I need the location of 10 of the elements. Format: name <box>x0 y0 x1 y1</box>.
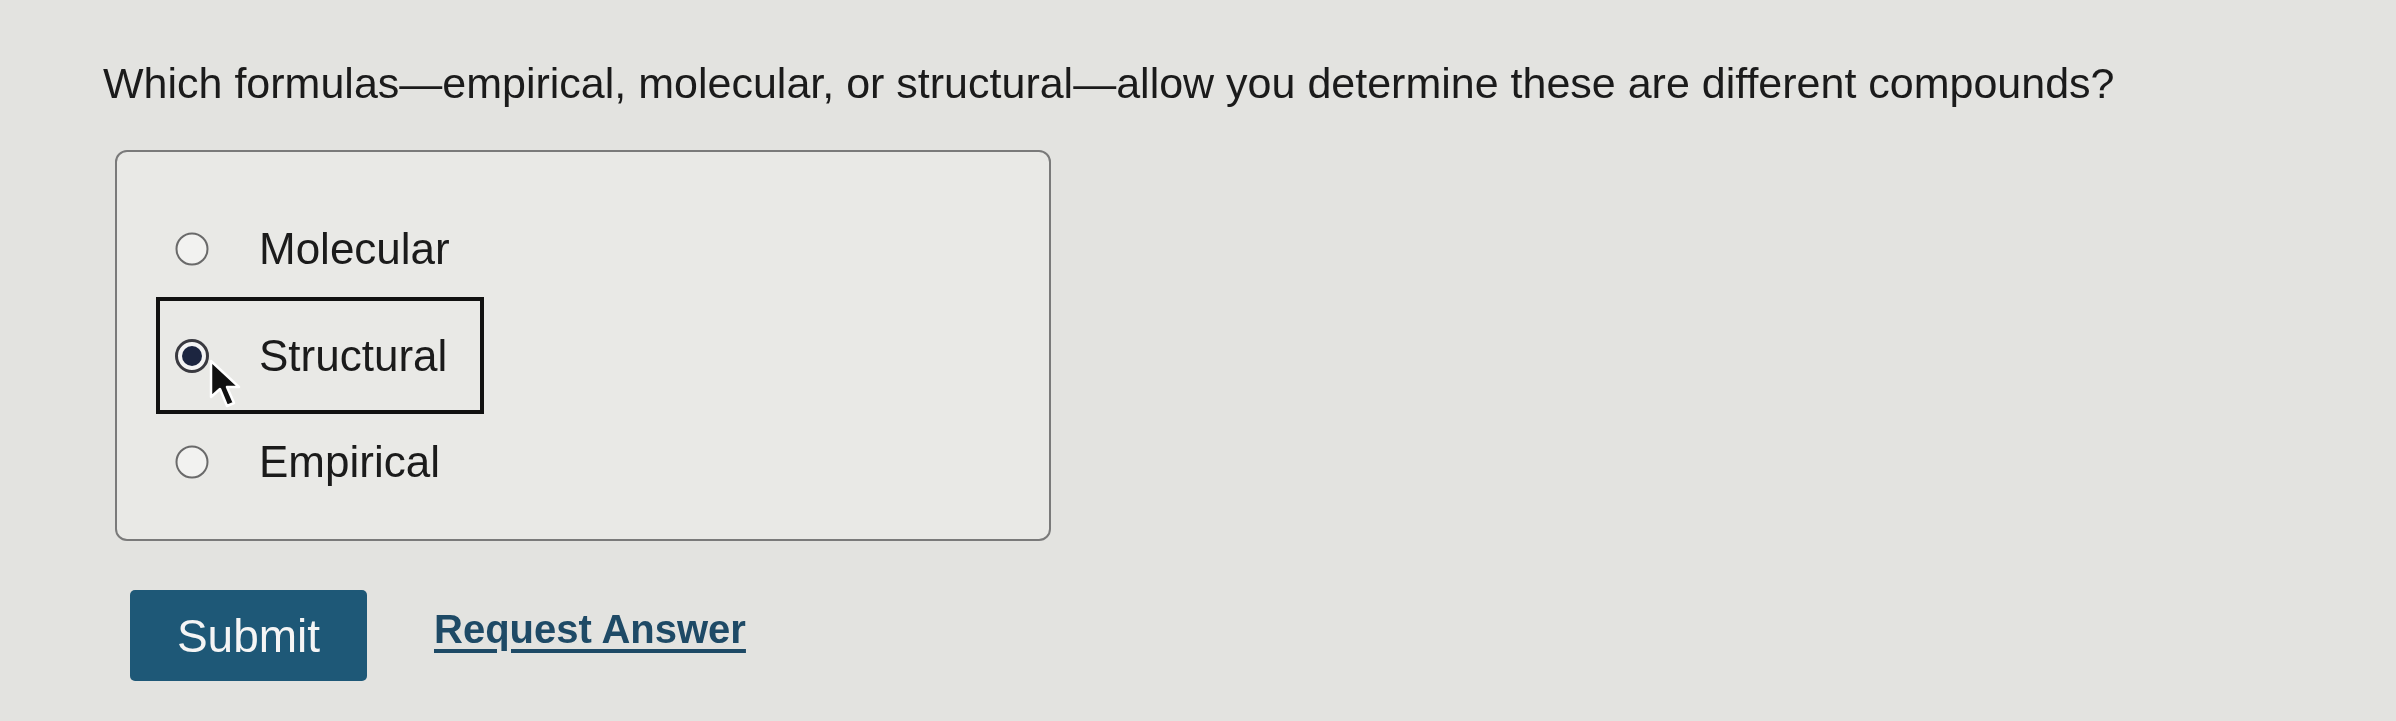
radio-button-icon[interactable] <box>175 445 209 479</box>
mouse-pointer-icon <box>209 359 241 409</box>
radio-option[interactable]: Molecular <box>156 201 487 297</box>
radio-button-icon[interactable] <box>175 338 209 373</box>
question-text: Which formulas—empirical, molecular, or structural—allow you determine these are different compounds? <box>103 58 2115 109</box>
radio-option[interactable]: Empirical <box>156 414 477 510</box>
submit-button[interactable]: Submit <box>130 590 367 681</box>
radio-option[interactable]: Structural <box>156 297 485 414</box>
radio-button-icon[interactable] <box>175 232 209 266</box>
request-answer-link[interactable]: Request Answer <box>434 607 746 652</box>
